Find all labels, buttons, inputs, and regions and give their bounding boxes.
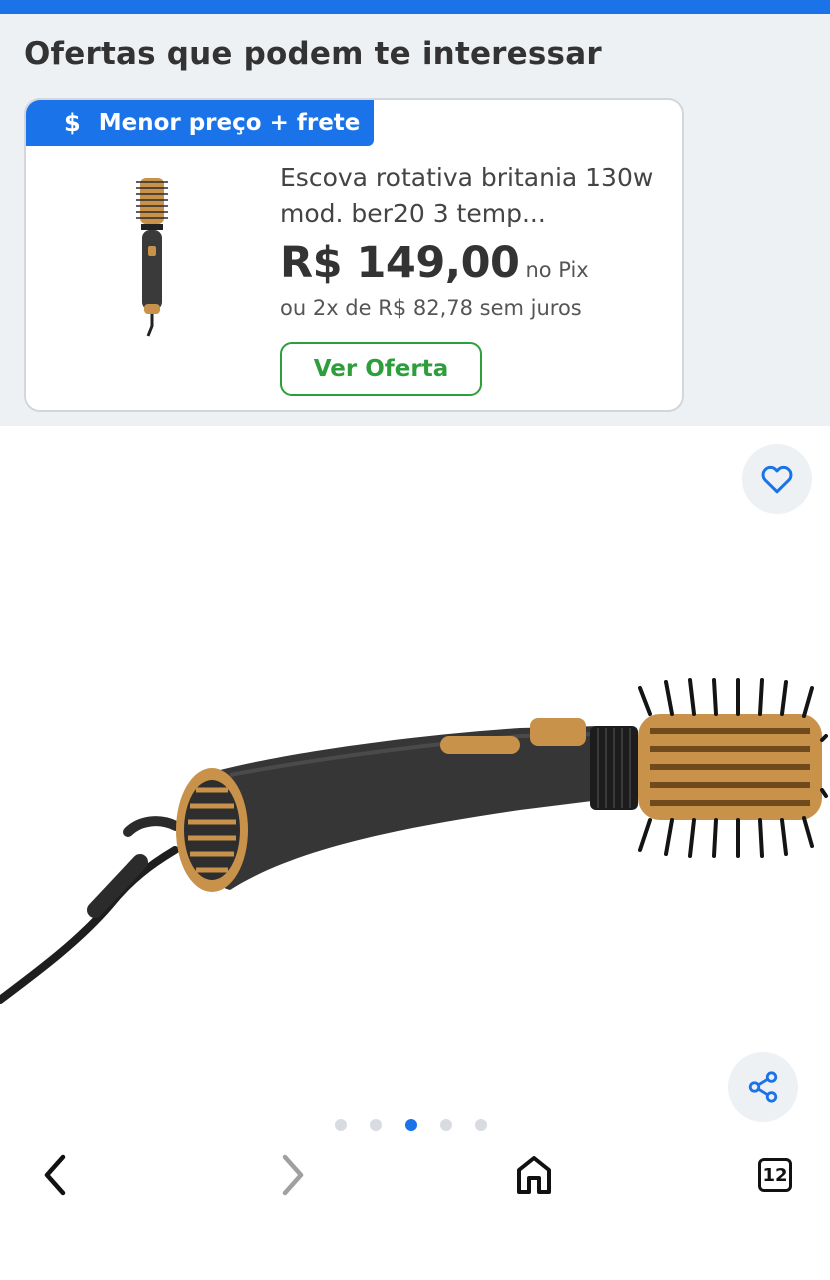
chevron-left-icon: [44, 1154, 66, 1196]
top-status-bar: [0, 0, 830, 14]
product-main-image[interactable]: [0, 640, 830, 1040]
heart-icon: [761, 465, 793, 494]
offer-price-suffix: no Pix: [525, 258, 589, 282]
offers-title: Ofertas que podem te interessar: [24, 36, 602, 72]
home-button[interactable]: [509, 1150, 559, 1200]
offer-badge: $ Menor preço + frete: [26, 100, 374, 146]
gallery-pagination: [335, 1118, 487, 1132]
offer-price: R$ 149,00: [280, 238, 520, 288]
offer-card[interactable]: $ Menor preço + frete Escova rotativa br…: [24, 98, 684, 412]
forward-button[interactable]: [268, 1150, 318, 1200]
gallery-dot[interactable]: [370, 1119, 382, 1131]
product-thumbnail[interactable]: [126, 174, 178, 340]
offer-price-row: R$ 149,00 no Pix: [280, 238, 589, 288]
offers-section: Ofertas que podem te interessar $ Menor …: [0, 14, 830, 426]
gallery-dot[interactable]: [440, 1119, 452, 1131]
browser-navigation-bar: 12: [0, 1140, 830, 1210]
dollar-icon: $: [64, 109, 81, 137]
tab-count: 12: [762, 1164, 788, 1186]
offer-product-name[interactable]: Escova rotativa britania 130w mod. ber20…: [280, 160, 660, 232]
offer-installments: ou 2x de R$ 82,78 sem juros: [280, 296, 582, 320]
back-button[interactable]: [30, 1150, 80, 1200]
gallery-dot[interactable]: [335, 1119, 347, 1131]
tabs-button[interactable]: 12: [750, 1150, 800, 1200]
offer-badge-label: Menor preço + frete: [98, 110, 361, 136]
favorite-button[interactable]: [742, 444, 812, 514]
share-button[interactable]: [728, 1052, 798, 1122]
view-offer-button[interactable]: Ver Oferta: [280, 342, 482, 396]
tab-count-icon: 12: [758, 1158, 792, 1192]
home-icon: [517, 1156, 551, 1194]
share-icon: [748, 1071, 778, 1103]
gallery-dot-active[interactable]: [405, 1119, 417, 1131]
chevron-right-icon: [282, 1154, 304, 1196]
gallery-dot[interactable]: [475, 1119, 487, 1131]
